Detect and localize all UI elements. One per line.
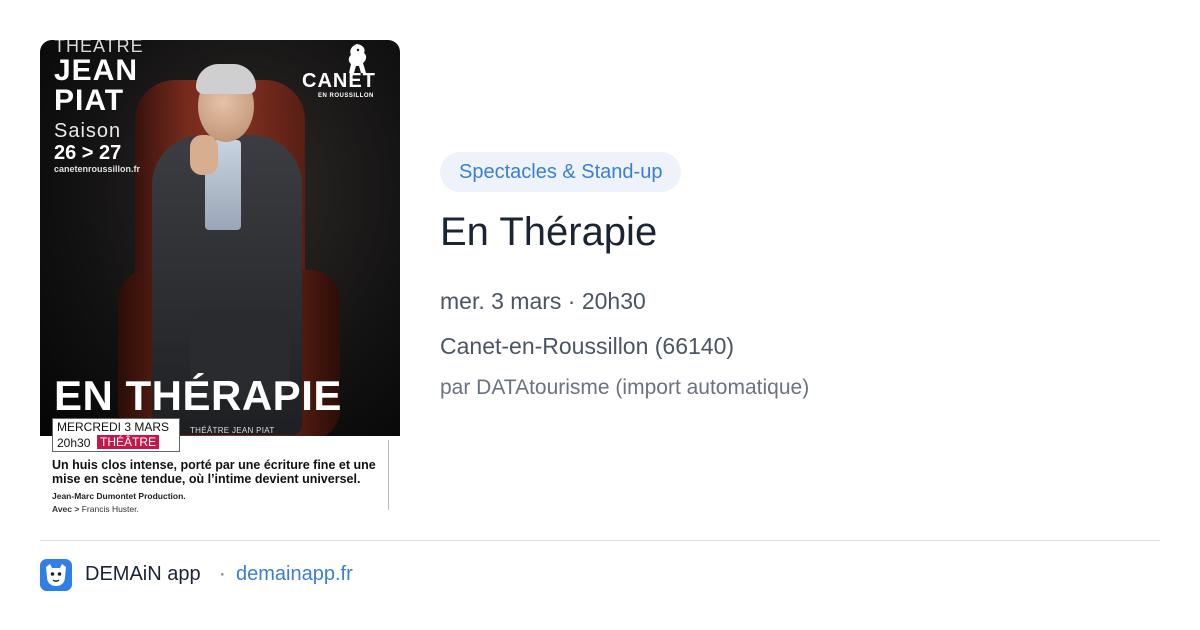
poster-venue-line1: JEAN bbox=[54, 54, 139, 87]
poster-season-years: 26 > 27 bbox=[54, 142, 122, 164]
category-tag[interactable]: Spectacles & Stand-up bbox=[440, 152, 682, 192]
app-name: DEMAiN app bbox=[85, 563, 201, 585]
poster-divider bbox=[388, 440, 389, 510]
actor-hand bbox=[190, 135, 218, 175]
poster-venue-line2: PIAT bbox=[54, 84, 125, 117]
poster-time: 20h30 bbox=[57, 436, 91, 450]
poster-venue: THÉÂTRE JEAN PIAT bbox=[190, 426, 275, 435]
event-source: par DATAtourisme (import automatique) bbox=[440, 376, 810, 399]
poster-website: canetenroussillon.fr bbox=[54, 164, 141, 174]
city-logo-text: CANET bbox=[302, 70, 376, 92]
poster-category-badge: THÉÂTRE bbox=[97, 435, 160, 449]
event-title: En Thérapie bbox=[440, 210, 658, 254]
poster-production: Jean-Marc Dumontet Production. bbox=[52, 491, 186, 501]
poster-show-title: EN THÉRAPIE bbox=[54, 372, 342, 419]
poster-cast-label: Avec > bbox=[52, 504, 80, 514]
footer-divider bbox=[40, 540, 1160, 541]
poster-cast: Avec > Francis Huster. bbox=[52, 504, 139, 514]
footer-separator: · bbox=[219, 563, 226, 585]
poster-season-label: Saison bbox=[54, 120, 122, 142]
app-logo-icon bbox=[40, 559, 72, 591]
poster-description: Un huis clos intense, porté par une écri… bbox=[52, 458, 376, 486]
city-logo-subtext: EN ROUSSILLON bbox=[318, 93, 374, 99]
event-poster: THEATRE JEAN PIAT Saison 26 > 27 caneten… bbox=[40, 40, 400, 520]
poster-cast-names: Francis Huster. bbox=[81, 504, 139, 514]
event-datetime: mer. 3 mars · 20h30 bbox=[440, 288, 646, 314]
event-location: Canet-en-Roussillon (66140) bbox=[440, 333, 735, 359]
poster-date-box: MERCREDI 3 MARS 20h30 THÉÂTRE bbox=[52, 418, 180, 452]
actor-hair bbox=[196, 64, 256, 94]
app-url-link[interactable]: demainapp.fr bbox=[236, 563, 353, 586]
poster-photo: THEATRE JEAN PIAT Saison 26 > 27 caneten… bbox=[40, 40, 400, 436]
poster-date: MERCREDI 3 MARS bbox=[57, 420, 170, 434]
